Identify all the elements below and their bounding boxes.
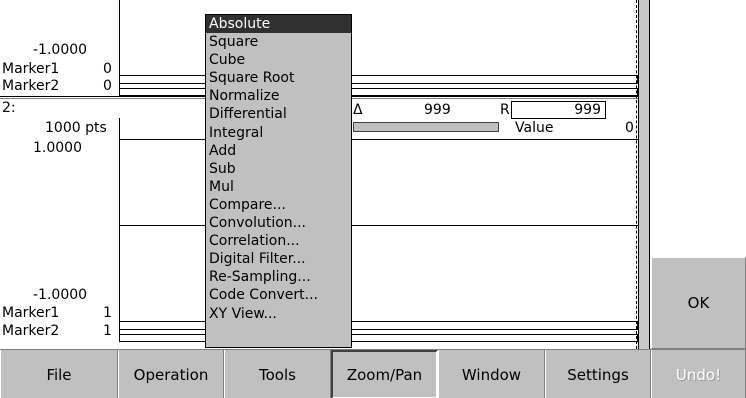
menu-item-cube[interactable]: Cube (206, 51, 351, 69)
pane2-top-value: 1.0000 (33, 140, 82, 156)
settings-button[interactable]: Settings (545, 350, 651, 398)
menu-item-code-convert[interactable]: Code Convert... (206, 286, 351, 304)
pane1-marker1-bar[interactable] (119, 75, 638, 84)
pane2-delta-value: 999 (424, 102, 451, 118)
bottom-toolbar: File Operation Tools Zoom/Pan Window Set… (0, 349, 746, 398)
menu-item-compare[interactable]: Compare... (206, 196, 351, 214)
pane2-points: 1000 pts (45, 120, 107, 136)
menu-item-xy-view[interactable]: XY View... (206, 305, 351, 323)
menu-item-mul[interactable]: Mul (206, 178, 351, 196)
pane2-marker1-value: 1 (103, 305, 112, 321)
window-button[interactable]: Window (438, 350, 545, 398)
pane1-bottom-value: -1.0000 (33, 42, 88, 58)
menu-item-normalize[interactable]: Normalize (206, 87, 351, 105)
pane2-value-label: Value (515, 120, 554, 136)
right-dashed-edge (636, 0, 637, 349)
operation-button[interactable]: Operation (118, 350, 224, 398)
pane1-marker2-value: 0 (103, 78, 112, 94)
menu-item-square[interactable]: Square (206, 33, 351, 51)
pane2-index: 2: (2, 100, 16, 116)
pane2-value-value: 0 (625, 120, 634, 136)
pane2-marker1-bar[interactable] (119, 321, 638, 330)
zoom-pan-button[interactable]: Zoom/Pan (331, 350, 438, 398)
pane2-r-field[interactable]: 999 (511, 101, 606, 119)
menu-item-digital-filter[interactable]: Digital Filter... (206, 250, 351, 268)
pane2-marker1-label: Marker1 (2, 305, 60, 321)
menu-item-correlation[interactable]: Correlation... (206, 232, 351, 250)
pane2-r-label: R (500, 102, 510, 118)
menu-item-integral[interactable]: Integral (206, 124, 351, 142)
file-button[interactable]: File (0, 350, 118, 398)
pane2-plot-top-line (119, 139, 638, 140)
pane2-plot-left-edge (119, 118, 120, 340)
menu-item-add[interactable]: Add (206, 142, 351, 160)
tools-dropdown-menu: Absolute Square Cube Square Root Normalize Di… (205, 14, 352, 348)
menu-item-convolution[interactable]: Convolution... (206, 214, 351, 232)
menu-item-differential[interactable]: Differential (206, 105, 351, 123)
pane1-marker2-label: Marker2 (2, 78, 60, 94)
pane1-marker1-value: 0 (103, 61, 112, 77)
pane2-marker2-value: 1 (103, 323, 112, 339)
pane2-zero-line (119, 225, 638, 226)
tools-button[interactable]: Tools (224, 350, 331, 398)
pane2-marker2-bar[interactable] (119, 334, 638, 342)
pane2-bottom-value: -1.0000 (33, 287, 88, 303)
menu-item-square-root[interactable]: Square Root (206, 69, 351, 87)
undo-button: Undo! (651, 350, 746, 398)
ok-button[interactable]: OK (651, 257, 746, 349)
menu-item-sub[interactable]: Sub (206, 160, 351, 178)
menu-item-absolute[interactable]: Absolute (206, 15, 351, 34)
pane1-marker2-bar[interactable] (119, 88, 638, 96)
pane2-marker2-label: Marker2 (2, 323, 60, 339)
pane2-delta-symbol: Δ (353, 102, 363, 118)
pane2-scroll-bar[interactable] (353, 122, 499, 132)
menu-item-re-sampling[interactable]: Re-Sampling... (206, 268, 351, 286)
vertical-scrollbar[interactable] (638, 0, 650, 349)
pane1-marker1-label: Marker1 (2, 61, 60, 77)
